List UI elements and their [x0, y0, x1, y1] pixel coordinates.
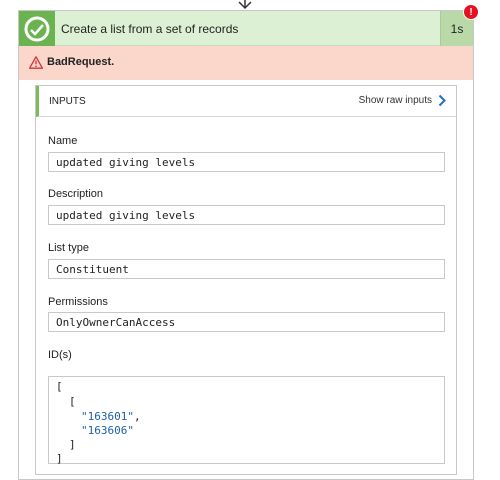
- warning-icon: [29, 56, 43, 69]
- inputs-panel: INPUTS Show raw inputs Name updated givi…: [35, 85, 457, 475]
- name-label: Name: [48, 135, 78, 147]
- ids-item-1-line: "163601",: [81, 410, 141, 423]
- step-icon-box: [19, 11, 55, 46]
- ids-item-1-separator: ,: [133, 410, 141, 423]
- show-raw-inputs-label: Show raw inputs: [358, 95, 432, 106]
- error-banner: BadRequest.: [19, 46, 473, 80]
- ids-open-outer: [: [56, 380, 63, 393]
- ids-item-1: "163601": [81, 410, 134, 423]
- action-title: Create a list from a set of records: [61, 22, 239, 36]
- description-value: updated giving levels: [48, 205, 445, 225]
- list-type-label: List type: [48, 242, 89, 254]
- ids-close-inner: ]: [69, 438, 76, 451]
- list-type-value: Constituent: [48, 259, 445, 279]
- ids-label: ID(s): [48, 349, 72, 361]
- blackbaud-connector-icon: [24, 16, 50, 41]
- show-raw-inputs-link[interactable]: Show raw inputs: [359, 94, 446, 107]
- inputs-header: INPUTS Show raw inputs: [36, 86, 456, 117]
- action-card: Create a list from a set of records 1s B…: [18, 10, 474, 480]
- description-label: Description: [48, 188, 104, 200]
- error-message: BadRequest.: [47, 56, 115, 68]
- permissions-label: Permissions: [48, 296, 108, 308]
- inputs-title: INPUTS: [49, 96, 86, 107]
- error-badge: !: [463, 4, 479, 20]
- chevron-right-icon: [438, 94, 446, 107]
- name-value: updated giving levels: [48, 152, 445, 172]
- ids-json-value: [ [ "163601", "163606" ] ]: [48, 376, 445, 465]
- ids-close-outer: ]: [56, 452, 63, 465]
- action-header[interactable]: Create a list from a set of records 1s: [19, 11, 473, 46]
- ids-open-inner: [: [69, 395, 76, 408]
- ids-item-2: "163606": [81, 424, 134, 437]
- permissions-value: OnlyOwnerCanAccess: [48, 312, 445, 332]
